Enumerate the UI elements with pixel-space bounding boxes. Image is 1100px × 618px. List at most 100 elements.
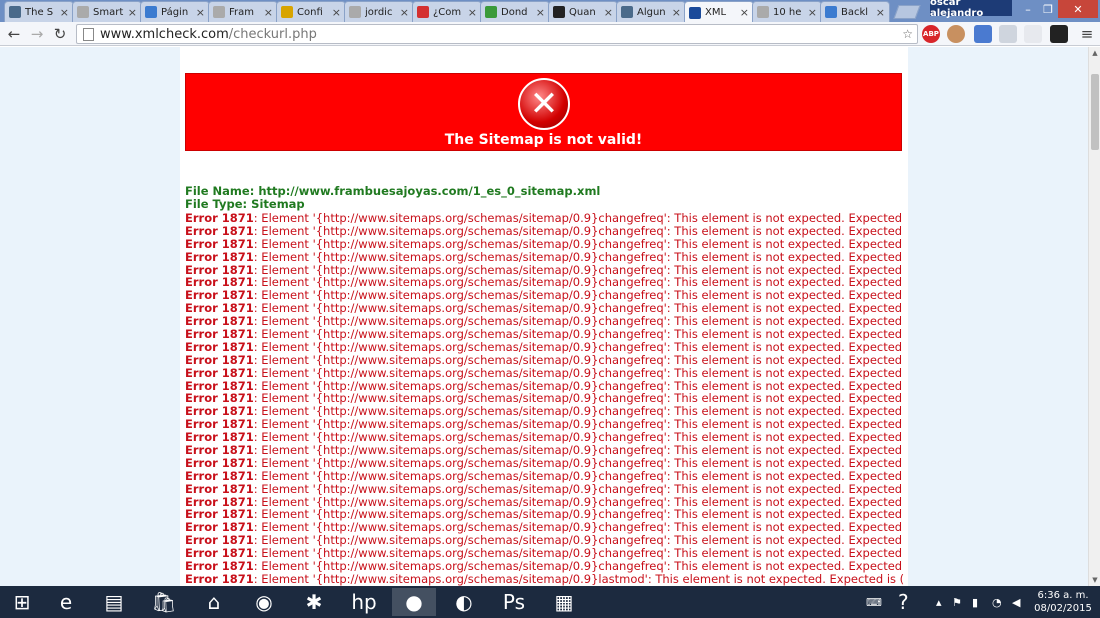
file-info: File Name: http://www.frambuesajoyas.com…: [185, 185, 600, 211]
flag-icon[interactable]: ⚑: [952, 586, 962, 618]
address-bar[interactable]: www.xmlcheck.com/checkurl.php ☆: [76, 24, 918, 44]
browser-tab[interactable]: Smart ×: [72, 1, 142, 22]
close-window-button[interactable]: ✕: [1058, 0, 1098, 18]
tab-close-icon[interactable]: ×: [536, 6, 545, 19]
paint-app-icon[interactable]: ✱: [292, 588, 336, 616]
network-icon[interactable]: ▮: [972, 586, 978, 618]
home-icon[interactable]: ⌂: [192, 588, 236, 616]
page-content: ✕ The Sitemap is not valid! File Name: h…: [180, 47, 908, 586]
taskbar: ⊞ e ▤ 🛍 ⌂ ◉ ✱ hp ● ◐ Ps ▦ ⌨ ? ▴ ⚑ ▮ ◔ ◀ 6:36 a. m. …: [0, 586, 1100, 618]
tab-title: Págin: [161, 6, 189, 18]
browser-tab[interactable]: Fram ×: [208, 1, 278, 22]
bookmark-star-icon[interactable]: ☆: [902, 27, 913, 41]
scrollbar-thumb[interactable]: [1091, 74, 1099, 150]
error-message: : Element '{http://www.sitemaps.org/sche…: [253, 339, 905, 354]
help-icon[interactable]: ?: [898, 586, 909, 618]
hp-icon[interactable]: hp: [342, 588, 386, 616]
browser-tab[interactable]: The S ×: [4, 1, 74, 22]
internet-explorer-icon[interactable]: e: [44, 588, 88, 616]
error-code: Error 1871: [185, 533, 254, 548]
webcam-icon[interactable]: ◉: [242, 588, 286, 616]
error-x-icon: ✕: [518, 78, 570, 130]
tab-close-icon[interactable]: ×: [808, 6, 817, 19]
download-extension-icon[interactable]: [999, 25, 1017, 43]
profile-name[interactable]: oscar alejandro: [930, 0, 1012, 19]
tab-close-icon[interactable]: ×: [468, 6, 477, 19]
tab-title: jordic: [365, 6, 393, 18]
error-code: Error 1871: [185, 327, 254, 342]
browser-tab[interactable]: Dond ×: [480, 1, 550, 22]
browser-tab[interactable]: Algun ×: [616, 1, 686, 22]
blank-extension-icon[interactable]: [1024, 25, 1042, 43]
browser-tab[interactable]: Backl ×: [820, 1, 890, 22]
photoshop-icon[interactable]: Ps: [492, 588, 536, 616]
error-code: Error 1871: [185, 481, 254, 496]
reload-button[interactable]: ↻: [50, 24, 70, 44]
menu-icon[interactable]: ≡: [1077, 24, 1097, 44]
tab-close-icon[interactable]: ×: [264, 6, 273, 19]
firefox-icon[interactable]: ◐: [442, 588, 486, 616]
store-icon[interactable]: 🛍: [142, 588, 186, 616]
system-clock[interactable]: 6:36 a. m. 08/02/2015: [1030, 589, 1096, 615]
browser-tab[interactable]: jordic ×: [344, 1, 414, 22]
browser-tab[interactable]: ¿Com ×: [412, 1, 482, 22]
avatar-extension-icon[interactable]: [947, 25, 965, 43]
chrome-icon[interactable]: ●: [392, 588, 436, 616]
new-tab-button[interactable]: [893, 5, 921, 19]
tab-title: Quan: [569, 6, 596, 18]
error-code: Error 1871: [185, 262, 254, 277]
page-viewport: ✕ The Sitemap is not valid! File Name: h…: [0, 47, 1088, 586]
browser-tab[interactable]: Confi ×: [276, 1, 346, 22]
error-code: Error 1871: [185, 236, 254, 251]
tab-close-icon[interactable]: ×: [400, 6, 409, 19]
tab-favicon-icon: [213, 6, 225, 18]
tab-close-icon[interactable]: ×: [128, 6, 137, 19]
adblock-extension-icon[interactable]: ABP: [922, 25, 940, 43]
error-code: Error 1871: [185, 468, 254, 483]
forward-button[interactable]: →: [27, 24, 47, 44]
file-explorer-icon[interactable]: ▤: [92, 588, 136, 616]
vertical-scrollbar[interactable]: ▲ ▼: [1088, 47, 1100, 586]
tab-close-icon[interactable]: ×: [60, 6, 69, 19]
tab-favicon-icon: [825, 6, 837, 18]
tab-close-icon[interactable]: ×: [672, 6, 681, 19]
owl-extension-icon[interactable]: [1050, 25, 1068, 43]
show-hidden-icons-icon[interactable]: ▴: [936, 586, 942, 618]
error-code: Error 1871: [185, 546, 254, 561]
url-host: www.xmlcheck.com: [100, 26, 229, 42]
paint-icon[interactable]: ▦: [542, 588, 586, 616]
tab-close-icon[interactable]: ×: [196, 6, 205, 19]
tab-close-icon[interactable]: ×: [876, 6, 885, 19]
browser-tab[interactable]: XML ×: [684, 1, 754, 23]
error-code: Error 1871: [185, 223, 254, 238]
scroll-down-arrow-icon[interactable]: ▼: [1089, 574, 1100, 586]
error-message: : Element '{http://www.sitemaps.org/sche…: [253, 404, 905, 419]
tab-favicon-icon: [417, 6, 429, 18]
tab-favicon-icon: [145, 6, 157, 18]
error-message: : Element '{http://www.sitemaps.org/sche…: [253, 352, 905, 367]
error-message: : Element '{http://www.sitemaps.org/sche…: [253, 275, 905, 290]
back-button[interactable]: ←: [4, 24, 24, 44]
error-message: : Element '{http://www.sitemaps.org/sche…: [253, 546, 905, 561]
start-button-icon[interactable]: ⊞: [0, 588, 44, 616]
tab-favicon-icon: [281, 6, 293, 18]
wifi-icon[interactable]: ◔: [992, 586, 1002, 618]
book-extension-icon[interactable]: [974, 25, 992, 43]
browser-tab[interactable]: Quan ×: [548, 1, 618, 22]
tab-close-icon[interactable]: ×: [604, 6, 613, 19]
error-code: Error 1871: [185, 430, 254, 445]
error-code: Error 1871: [185, 417, 254, 432]
keyboard-icon[interactable]: ⌨: [866, 586, 882, 618]
volume-icon[interactable]: ◀: [1012, 586, 1020, 618]
browser-toolbar: ← → ↻ www.xmlcheck.com/checkurl.php ☆ AB…: [0, 22, 1100, 46]
error-code: Error 1871: [185, 455, 254, 470]
tab-favicon-icon: [9, 6, 21, 18]
tab-title: Algun: [637, 6, 666, 18]
browser-tab[interactable]: Págin ×: [140, 1, 210, 22]
error-code: Error 1871: [185, 520, 254, 535]
tab-close-icon[interactable]: ×: [332, 6, 341, 19]
scroll-up-arrow-icon[interactable]: ▲: [1089, 47, 1100, 59]
tab-title: The S: [25, 6, 54, 18]
tab-close-icon[interactable]: ×: [740, 6, 749, 19]
browser-tab[interactable]: 10 he ×: [752, 1, 822, 22]
